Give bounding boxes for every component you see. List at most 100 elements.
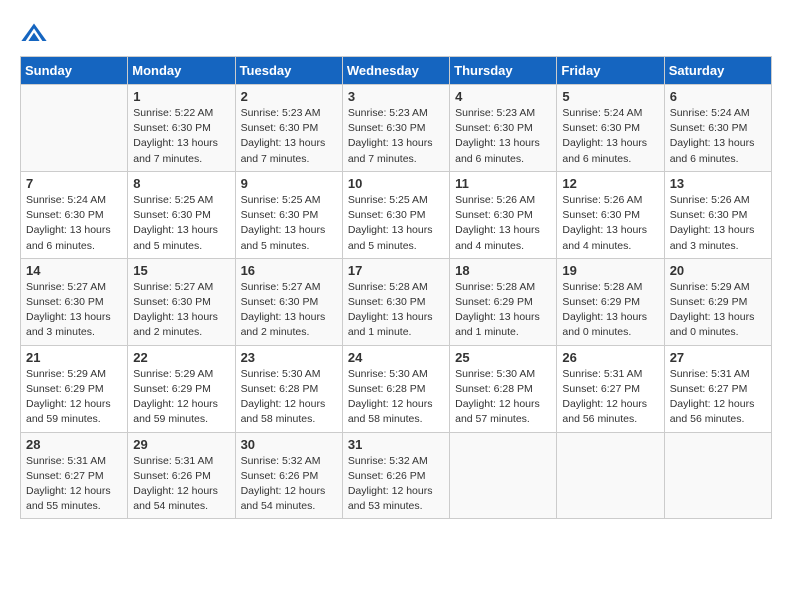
day-cell: 5 Sunrise: 5:24 AM Sunset: 6:30 PM Daylig… <box>557 85 664 172</box>
day-detail: Sunrise: 5:30 AM Sunset: 6:28 PM Dayligh… <box>348 367 444 428</box>
day-detail: Sunrise: 5:26 AM Sunset: 6:30 PM Dayligh… <box>562 193 658 254</box>
day-detail: Sunrise: 5:23 AM Sunset: 6:30 PM Dayligh… <box>241 106 337 167</box>
day-cell: 29 Sunrise: 5:31 AM Sunset: 6:26 PM Dayli… <box>128 432 235 519</box>
day-cell <box>450 432 557 519</box>
day-number: 22 <box>133 350 229 365</box>
logo <box>20 20 52 48</box>
day-detail: Sunrise: 5:28 AM Sunset: 6:30 PM Dayligh… <box>348 280 444 341</box>
day-number: 26 <box>562 350 658 365</box>
logo-icon <box>20 20 48 48</box>
day-number: 25 <box>455 350 551 365</box>
day-number: 19 <box>562 263 658 278</box>
day-detail: Sunrise: 5:23 AM Sunset: 6:30 PM Dayligh… <box>455 106 551 167</box>
day-cell: 15 Sunrise: 5:27 AM Sunset: 6:30 PM Dayli… <box>128 258 235 345</box>
day-cell: 14 Sunrise: 5:27 AM Sunset: 6:30 PM Dayli… <box>21 258 128 345</box>
day-cell: 3Sunrise: 5:23 AM Sunset: 6:30 PM Daylig… <box>342 85 449 172</box>
day-number: 13 <box>670 176 766 191</box>
day-cell: 22Sunrise: 5:29 AM Sunset: 6:29 PM Dayli… <box>128 345 235 432</box>
day-cell: 6 Sunrise: 5:24 AM Sunset: 6:30 PM Daylig… <box>664 85 771 172</box>
header-cell-sunday: Sunday <box>21 57 128 85</box>
day-cell: 4 Sunrise: 5:23 AM Sunset: 6:30 PM Daylig… <box>450 85 557 172</box>
day-detail: Sunrise: 5:26 AM Sunset: 6:30 PM Dayligh… <box>455 193 551 254</box>
day-detail: Sunrise: 5:29 AM Sunset: 6:29 PM Dayligh… <box>670 280 766 341</box>
day-cell: 20 Sunrise: 5:29 AM Sunset: 6:29 PM Dayli… <box>664 258 771 345</box>
day-cell: 16 Sunrise: 5:27 AM Sunset: 6:30 PM Dayli… <box>235 258 342 345</box>
day-cell: 2Sunrise: 5:23 AM Sunset: 6:30 PM Daylig… <box>235 85 342 172</box>
day-detail: Sunrise: 5:32 AM Sunset: 6:26 PM Dayligh… <box>348 454 444 515</box>
day-cell: 9 Sunrise: 5:25 AM Sunset: 6:30 PM Daylig… <box>235 171 342 258</box>
day-detail: Sunrise: 5:27 AM Sunset: 6:30 PM Dayligh… <box>133 280 229 341</box>
day-number: 17 <box>348 263 444 278</box>
day-detail: Sunrise: 5:27 AM Sunset: 6:30 PM Dayligh… <box>26 280 122 341</box>
day-number: 9 <box>241 176 337 191</box>
day-cell <box>21 85 128 172</box>
day-detail: Sunrise: 5:24 AM Sunset: 6:30 PM Dayligh… <box>562 106 658 167</box>
day-cell: 17 Sunrise: 5:28 AM Sunset: 6:30 PM Dayli… <box>342 258 449 345</box>
day-detail: Sunrise: 5:30 AM Sunset: 6:28 PM Dayligh… <box>241 367 337 428</box>
day-number: 12 <box>562 176 658 191</box>
header-cell-tuesday: Tuesday <box>235 57 342 85</box>
day-cell: 13Sunrise: 5:26 AM Sunset: 6:30 PM Dayli… <box>664 171 771 258</box>
week-row-2: 7Sunrise: 5:24 AM Sunset: 6:30 PM Daylig… <box>21 171 772 258</box>
day-number: 8 <box>133 176 229 191</box>
day-number: 23 <box>241 350 337 365</box>
day-detail: Sunrise: 5:28 AM Sunset: 6:29 PM Dayligh… <box>562 280 658 341</box>
day-number: 5 <box>562 89 658 104</box>
day-detail: Sunrise: 5:30 AM Sunset: 6:28 PM Dayligh… <box>455 367 551 428</box>
day-number: 6 <box>670 89 766 104</box>
day-detail: Sunrise: 5:31 AM Sunset: 6:26 PM Dayligh… <box>133 454 229 515</box>
header-cell-friday: Friday <box>557 57 664 85</box>
day-number: 1 <box>133 89 229 104</box>
day-cell: 11Sunrise: 5:26 AM Sunset: 6:30 PM Dayli… <box>450 171 557 258</box>
day-number: 21 <box>26 350 122 365</box>
day-detail: Sunrise: 5:25 AM Sunset: 6:30 PM Dayligh… <box>133 193 229 254</box>
day-number: 27 <box>670 350 766 365</box>
day-detail: Sunrise: 5:23 AM Sunset: 6:30 PM Dayligh… <box>348 106 444 167</box>
day-detail: Sunrise: 5:31 AM Sunset: 6:27 PM Dayligh… <box>670 367 766 428</box>
calendar-table: SundayMondayTuesdayWednesdayThursdayFrid… <box>20 56 772 519</box>
day-detail: Sunrise: 5:25 AM Sunset: 6:30 PM Dayligh… <box>241 193 337 254</box>
day-number: 4 <box>455 89 551 104</box>
day-detail: Sunrise: 5:31 AM Sunset: 6:27 PM Dayligh… <box>26 454 122 515</box>
day-number: 28 <box>26 437 122 452</box>
day-detail: Sunrise: 5:27 AM Sunset: 6:30 PM Dayligh… <box>241 280 337 341</box>
day-cell: 1 Sunrise: 5:22 AM Sunset: 6:30 PM Daylig… <box>128 85 235 172</box>
header-cell-monday: Monday <box>128 57 235 85</box>
day-number: 15 <box>133 263 229 278</box>
day-cell: 21 Sunrise: 5:29 AM Sunset: 6:29 PM Dayli… <box>21 345 128 432</box>
day-number: 20 <box>670 263 766 278</box>
day-number: 18 <box>455 263 551 278</box>
day-cell: 31 Sunrise: 5:32 AM Sunset: 6:26 PM Dayli… <box>342 432 449 519</box>
day-number: 24 <box>348 350 444 365</box>
day-detail: Sunrise: 5:24 AM Sunset: 6:30 PM Dayligh… <box>26 193 122 254</box>
day-detail: Sunrise: 5:32 AM Sunset: 6:26 PM Dayligh… <box>241 454 337 515</box>
day-detail: Sunrise: 5:29 AM Sunset: 6:29 PM Dayligh… <box>26 367 122 428</box>
week-row-4: 21 Sunrise: 5:29 AM Sunset: 6:29 PM Dayli… <box>21 345 772 432</box>
day-number: 31 <box>348 437 444 452</box>
day-number: 29 <box>133 437 229 452</box>
day-detail: Sunrise: 5:24 AM Sunset: 6:30 PM Dayligh… <box>670 106 766 167</box>
day-number: 14 <box>26 263 122 278</box>
day-cell: 7Sunrise: 5:24 AM Sunset: 6:30 PM Daylig… <box>21 171 128 258</box>
day-cell: 30 Sunrise: 5:32 AM Sunset: 6:26 PM Dayli… <box>235 432 342 519</box>
week-row-3: 14 Sunrise: 5:27 AM Sunset: 6:30 PM Dayli… <box>21 258 772 345</box>
page-header <box>20 20 772 48</box>
header-cell-wednesday: Wednesday <box>342 57 449 85</box>
day-number: 16 <box>241 263 337 278</box>
day-cell: 28 Sunrise: 5:31 AM Sunset: 6:27 PM Dayli… <box>21 432 128 519</box>
day-cell: 18 Sunrise: 5:28 AM Sunset: 6:29 PM Dayli… <box>450 258 557 345</box>
day-detail: Sunrise: 5:28 AM Sunset: 6:29 PM Dayligh… <box>455 280 551 341</box>
day-cell <box>557 432 664 519</box>
day-cell: 8 Sunrise: 5:25 AM Sunset: 6:30 PM Daylig… <box>128 171 235 258</box>
day-cell: 12 Sunrise: 5:26 AM Sunset: 6:30 PM Dayli… <box>557 171 664 258</box>
day-cell: 24 Sunrise: 5:30 AM Sunset: 6:28 PM Dayli… <box>342 345 449 432</box>
header-cell-saturday: Saturday <box>664 57 771 85</box>
day-detail: Sunrise: 5:22 AM Sunset: 6:30 PM Dayligh… <box>133 106 229 167</box>
header-row: SundayMondayTuesdayWednesdayThursdayFrid… <box>21 57 772 85</box>
day-cell: 27 Sunrise: 5:31 AM Sunset: 6:27 PM Dayli… <box>664 345 771 432</box>
day-cell: 25 Sunrise: 5:30 AM Sunset: 6:28 PM Dayli… <box>450 345 557 432</box>
day-cell: 19 Sunrise: 5:28 AM Sunset: 6:29 PM Dayli… <box>557 258 664 345</box>
day-cell: 10Sunrise: 5:25 AM Sunset: 6:30 PM Dayli… <box>342 171 449 258</box>
day-number: 30 <box>241 437 337 452</box>
header-cell-thursday: Thursday <box>450 57 557 85</box>
